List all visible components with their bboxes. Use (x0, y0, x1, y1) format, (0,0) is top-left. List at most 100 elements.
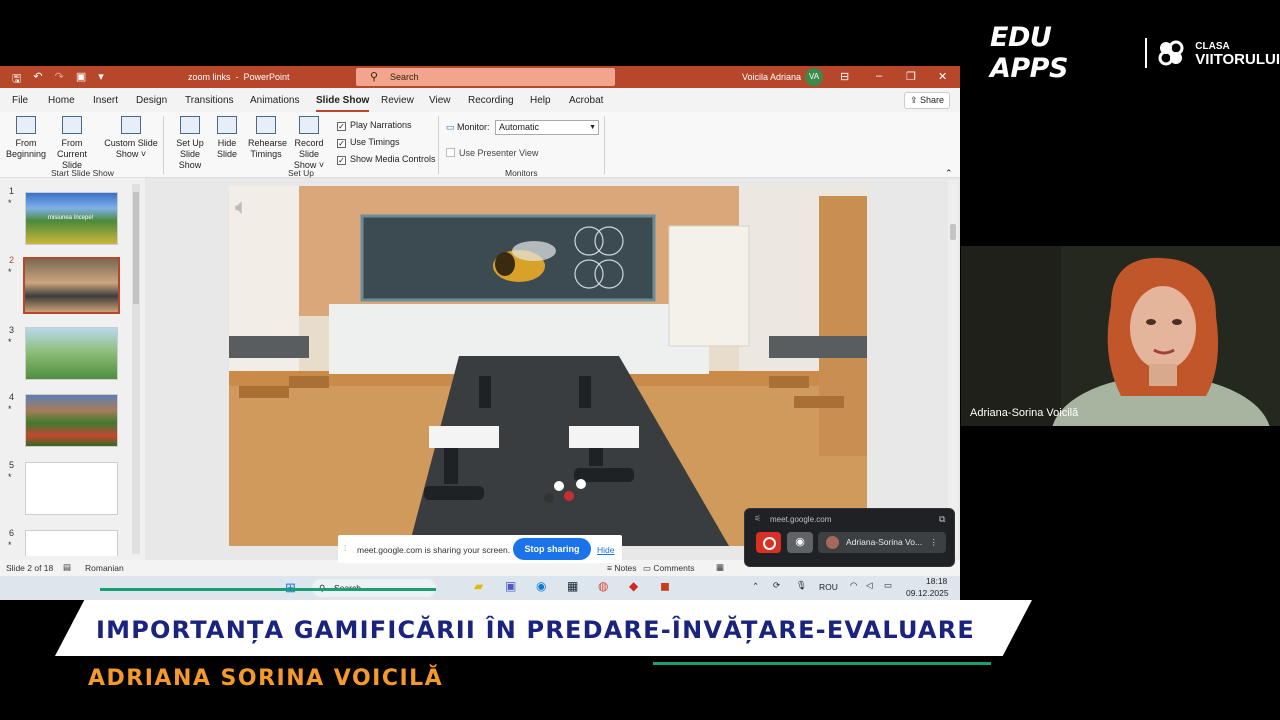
from-beginning-button[interactable]: From Beginning (6, 116, 46, 160)
slide-thumbnail[interactable] (25, 327, 118, 380)
rehearse-timings-button[interactable]: Rehearse Timings (248, 116, 287, 160)
record-slide-show-button[interactable]: Record Slide Show ˅ (285, 116, 333, 171)
battery-icon[interactable]: ▭ (884, 580, 892, 591)
custom-show-button[interactable]: Custom Slide Show ˅ (104, 116, 158, 160)
back-to-tab-icon[interactable]: ⧉ (939, 514, 945, 525)
user-avatar[interactable]: VA (805, 68, 823, 86)
slide-number: 4 (9, 392, 15, 402)
tray-chevron-icon[interactable]: ⌃ (752, 581, 759, 592)
setup-icon (180, 116, 200, 134)
tab-home[interactable]: Home (48, 95, 75, 106)
use-timings-label: Use Timings (350, 137, 400, 147)
checkbox-checked-icon: ✓ (337, 156, 346, 165)
slide-thumbnail[interactable] (25, 462, 118, 515)
thumbnail-scrollbar[interactable] (132, 184, 140, 554)
monitor-label-text: Monitor: (457, 122, 490, 132)
editor-area: 1 * misiunea începe! 2 * 3 * 4 * 5 * 6 * (0, 178, 960, 560)
language-indicator[interactable]: Romanian (85, 563, 124, 573)
tab-transitions[interactable]: Transitions (185, 95, 234, 106)
microphone-icon[interactable]: 🎙︎ (796, 580, 807, 591)
slide-thumbnail[interactable]: misiunea începe! (25, 192, 118, 245)
accessibility-icon[interactable]: ▤ (63, 562, 71, 573)
hide-slide-button[interactable]: Hide Slide (214, 116, 240, 160)
search-box[interactable]: ⚲ Search (356, 68, 615, 86)
hide-button[interactable]: Hide (597, 545, 614, 555)
normal-view-icon[interactable]: ▦ (716, 562, 724, 573)
screen-share-bar: ⁞ meet.google.com is sharing your screen… (338, 535, 622, 563)
lower-third: IMPORTANȚA GAMIFICĂRII ÎN PREDARE-ÎNVĂȚA… (0, 600, 1280, 720)
share-button[interactable]: ⇪ Share (904, 92, 950, 109)
slide-thumbnail-selected[interactable] (23, 257, 120, 314)
powerpoint-icon[interactable]: ◼ (660, 579, 670, 593)
save-icon[interactable]: 🖫 (12, 70, 21, 89)
clock-date[interactable]: 09.12.2025 (906, 588, 949, 598)
monitor-select[interactable]: Automatic ▼ (495, 120, 599, 135)
slide-thumbnail[interactable] (25, 394, 118, 447)
sync-icon[interactable]: ⟳ (773, 580, 780, 591)
tab-file[interactable]: File (12, 95, 28, 106)
use-timings-checkbox[interactable]: ✓ Use Timings (337, 137, 400, 148)
tab-insert[interactable]: Insert (93, 95, 118, 106)
user-name[interactable]: Voicila Adriana (742, 72, 801, 82)
customize-qat-icon[interactable]: ▾ (98, 70, 104, 89)
set-up-show-button[interactable]: Set Up Slide Show (168, 116, 212, 171)
ribbon-tabs: File Home Insert Design Transitions Anim… (0, 88, 960, 112)
clock-time[interactable]: 18:18 (926, 576, 947, 586)
document-name: zoom links (188, 72, 231, 82)
tab-slide-show[interactable]: Slide Show (316, 95, 370, 112)
show-media-controls-checkbox[interactable]: ✓ Show Media Controls (337, 154, 436, 165)
record-icon (299, 116, 319, 134)
search-placeholder: Search (390, 72, 419, 82)
slide-thumbnail[interactable] (25, 530, 118, 556)
present-icon[interactable]: ▣ (76, 70, 86, 89)
eye-icon[interactable]: ◉ (787, 532, 813, 553)
presenter-video (961, 246, 1280, 426)
restore-button[interactable]: ❐ (906, 70, 916, 83)
from-current-button[interactable]: From Current Slide (48, 116, 96, 171)
rehearse-label-2: Timings (250, 149, 282, 159)
drag-handle-icon[interactable]: ⁞ (344, 543, 346, 553)
accent-line (653, 662, 991, 665)
slide-canvas[interactable]: 🔈︎ (229, 186, 867, 546)
accent-line (100, 588, 436, 591)
tab-review[interactable]: Review (381, 95, 414, 106)
from-current-label-1: From (61, 138, 83, 148)
monitor-value: Automatic (499, 122, 540, 132)
monitor-label: ▭ Monitor: (446, 122, 490, 133)
close-button[interactable]: ✕ (938, 70, 947, 83)
document-title: zoom links - PowerPoint (188, 72, 290, 82)
slide-scrollbar[interactable] (948, 180, 958, 556)
stop-sharing-button[interactable]: Stop sharing (513, 538, 591, 560)
file-explorer-icon[interactable]: ▰ (474, 579, 483, 593)
volume-icon[interactable]: ◁ (866, 580, 873, 591)
clasa-viitorului-icon (1157, 39, 1185, 67)
more-options-icon[interactable]: ⋮ (930, 532, 939, 553)
input-language[interactable]: ROU (819, 582, 838, 592)
video-frame: EDU APPS CLASA VIITORULUI 🖫 ↶ ↷ ▣ ▾ zoom… (0, 0, 1280, 720)
tab-help[interactable]: Help (530, 95, 551, 106)
use-presenter-view-checkbox[interactable]: Use Presenter View (446, 148, 538, 158)
teams-icon[interactable]: ▣ (505, 579, 516, 593)
redo-icon[interactable]: ↷ (55, 70, 64, 89)
ribbon-display-icon[interactable]: ⊟ (840, 70, 849, 83)
participant-chip[interactable]: Adriana-Sorina Vo... ⋮ (818, 532, 946, 553)
comments-button[interactable]: ▭ Comments (643, 563, 695, 574)
app-icon[interactable]: ▦ (567, 579, 578, 593)
scroll-thumb[interactable] (133, 192, 139, 304)
tab-design[interactable]: Design (136, 95, 167, 106)
tab-recording[interactable]: Recording (468, 95, 514, 106)
play-narrations-checkbox[interactable]: ✓ Play Narrations (337, 120, 412, 131)
chrome-icon[interactable]: ◍ (598, 579, 608, 593)
use-presenter-view-label: Use Presenter View (459, 148, 539, 158)
minimize-button[interactable]: – (876, 70, 882, 82)
record-button[interactable] (756, 532, 781, 553)
wifi-icon[interactable]: ◠ (850, 580, 857, 591)
tab-animations[interactable]: Animations (250, 95, 299, 106)
tab-view[interactable]: View (429, 95, 451, 106)
notes-button[interactable]: ≡ Notes (607, 563, 637, 573)
scroll-thumb[interactable] (950, 224, 956, 240)
undo-icon[interactable]: ↶ (33, 70, 42, 89)
tab-acrobat[interactable]: Acrobat (569, 95, 603, 106)
edge-icon[interactable]: ◉ (536, 579, 546, 593)
acrobat-icon[interactable]: ◆ (629, 579, 638, 593)
